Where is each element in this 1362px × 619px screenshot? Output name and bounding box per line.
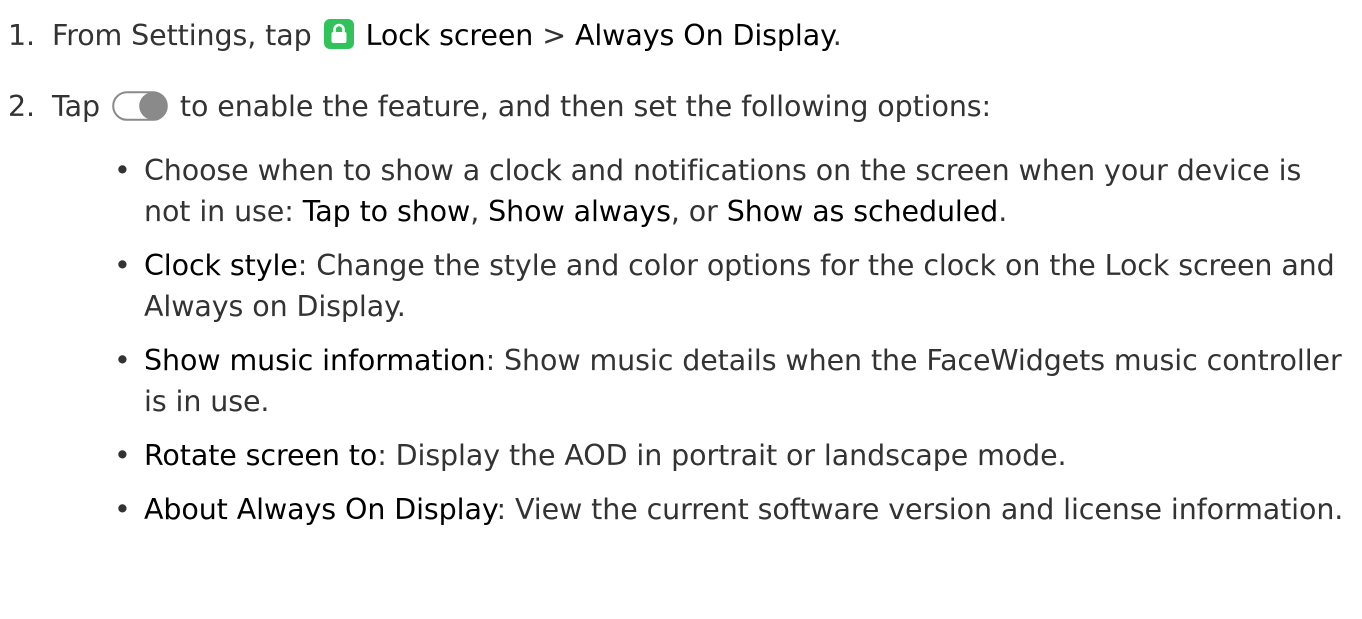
option-clock-style: Clock style <box>144 249 298 282</box>
bullet-text: . <box>998 195 1008 228</box>
step-number: 1. <box>8 19 35 52</box>
step-text: From Settings, tap <box>52 19 312 52</box>
option-tap-to-show: Tap to show <box>302 195 471 228</box>
list-item: • Show music information: Show music det… <box>110 340 1350 422</box>
lock-screen-link: Lock screen <box>365 19 534 52</box>
lock-icon <box>323 19 354 49</box>
toggle-icon <box>112 91 168 121</box>
option-show-always: Show always <box>488 195 671 228</box>
bullet-text: , <box>470 195 489 228</box>
step-text-end: . <box>832 19 842 52</box>
separator: > <box>542 19 566 52</box>
step-number: 2. <box>8 90 35 123</box>
instruction-document: 1. From Settings, tap Lock screen > Alway… <box>0 0 1362 619</box>
bullet-icon: • <box>114 439 131 472</box>
bullet-icon: • <box>114 154 131 187</box>
option-show-as-scheduled: Show as scheduled <box>726 195 999 228</box>
list-item: • Clock style: Change the style and colo… <box>110 245 1350 327</box>
option-show-music-information: Show music information <box>144 344 486 377</box>
bullet-icon: • <box>114 344 131 377</box>
bullet-text: : Change the style and color options for… <box>144 249 1335 323</box>
bullet-icon: • <box>114 249 131 282</box>
bullet-text: : View the current software version and … <box>496 493 1344 526</box>
step-text-end: to enable the feature, and then set the … <box>179 90 992 123</box>
bullet-icon: • <box>114 493 131 526</box>
options-list: • Choose when to show a clock and notifi… <box>110 150 1350 543</box>
bullet-text: : Display the AOD in portrait or landsca… <box>377 439 1067 472</box>
bullet-text: , or <box>670 195 727 228</box>
list-item: • Choose when to show a clock and notifi… <box>110 150 1350 232</box>
option-rotate-screen-to: Rotate screen to <box>144 439 378 472</box>
step-text: Tap <box>52 90 100 123</box>
option-about-always-on-display: About Always On Display <box>144 493 497 526</box>
step-1: 1. From Settings, tap Lock screen > Alway… <box>8 16 842 56</box>
list-item: • Rotate screen to: Display the AOD in p… <box>110 435 1350 476</box>
always-on-display-link: Always On Display <box>574 19 833 52</box>
step-2: 2. Tap to enable the feature, and then se… <box>8 87 991 127</box>
list-item: • About Always On Display: View the curr… <box>110 489 1350 530</box>
